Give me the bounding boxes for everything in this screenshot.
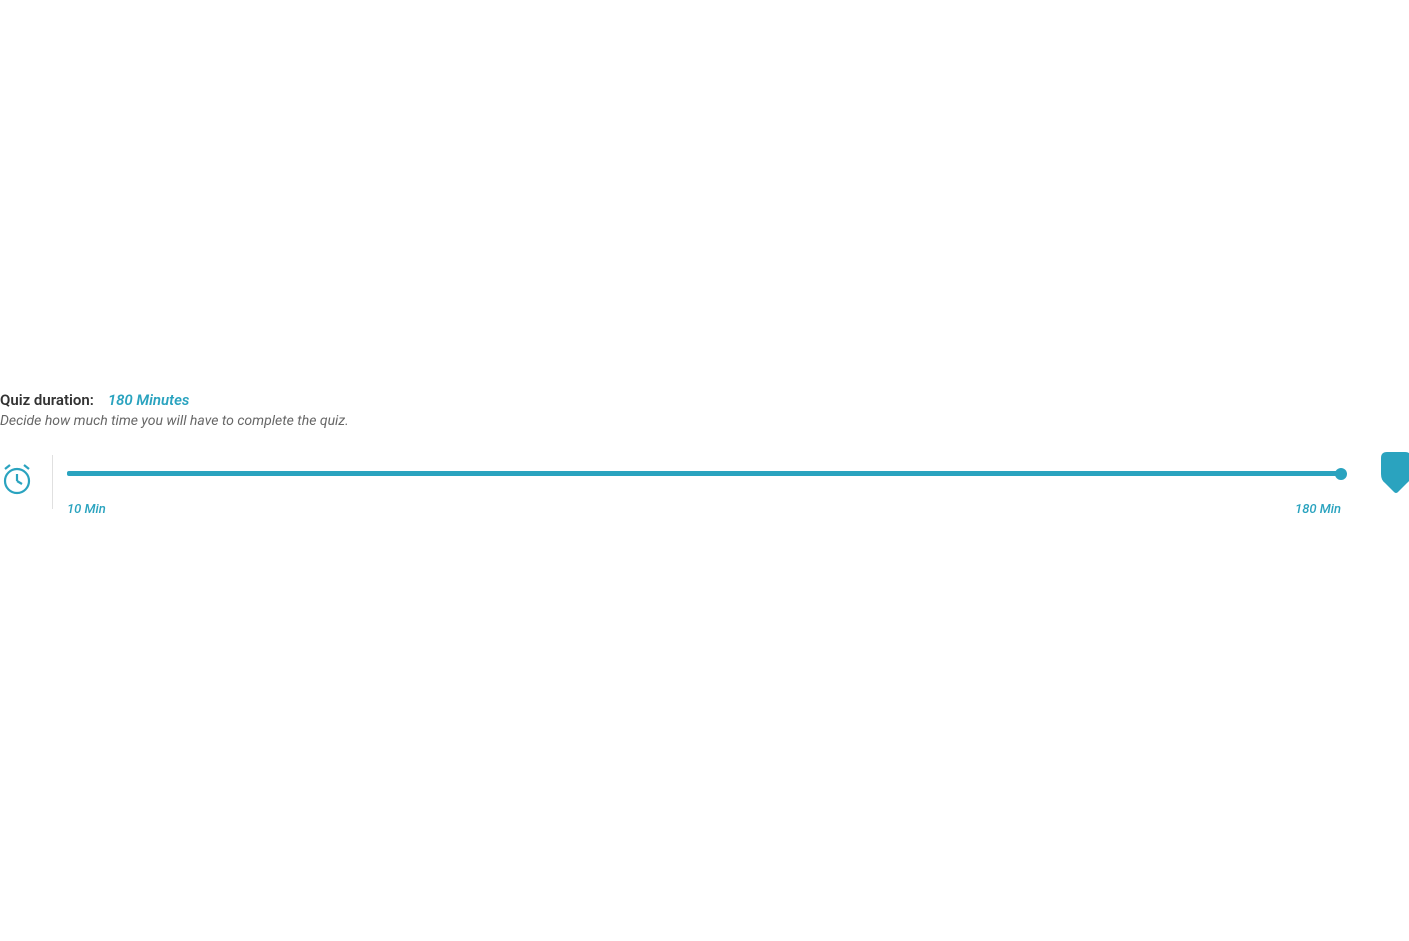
alarm-icon-wrapper — [0, 463, 34, 495]
duration-value: 180 Minutes — [108, 391, 190, 409]
duration-header: Quiz duration: 180 Minutes — [0, 390, 1409, 409]
slider-area: 10 Min 180 Min — [67, 463, 1409, 517]
divider — [52, 455, 53, 509]
duration-slider[interactable] — [67, 471, 1341, 476]
slider-labels: 10 Min 180 Min — [67, 502, 1341, 517]
slider-thumb[interactable] — [1335, 468, 1347, 480]
quiz-duration-section: Quiz duration: 180 Minutes Decide how mu… — [0, 390, 1409, 517]
slider-handle-icon — [1381, 452, 1409, 496]
slider-min-label: 10 Min — [67, 502, 106, 517]
duration-label: Quiz duration: — [0, 391, 94, 409]
alarm-clock-icon — [1, 463, 33, 495]
slider-max-label: 180 Min — [1295, 502, 1341, 517]
slider-container: 10 Min 180 Min — [0, 463, 1409, 517]
duration-description: Decide how much time you will have to co… — [0, 413, 1409, 429]
slider-handle[interactable] — [1381, 452, 1409, 496]
